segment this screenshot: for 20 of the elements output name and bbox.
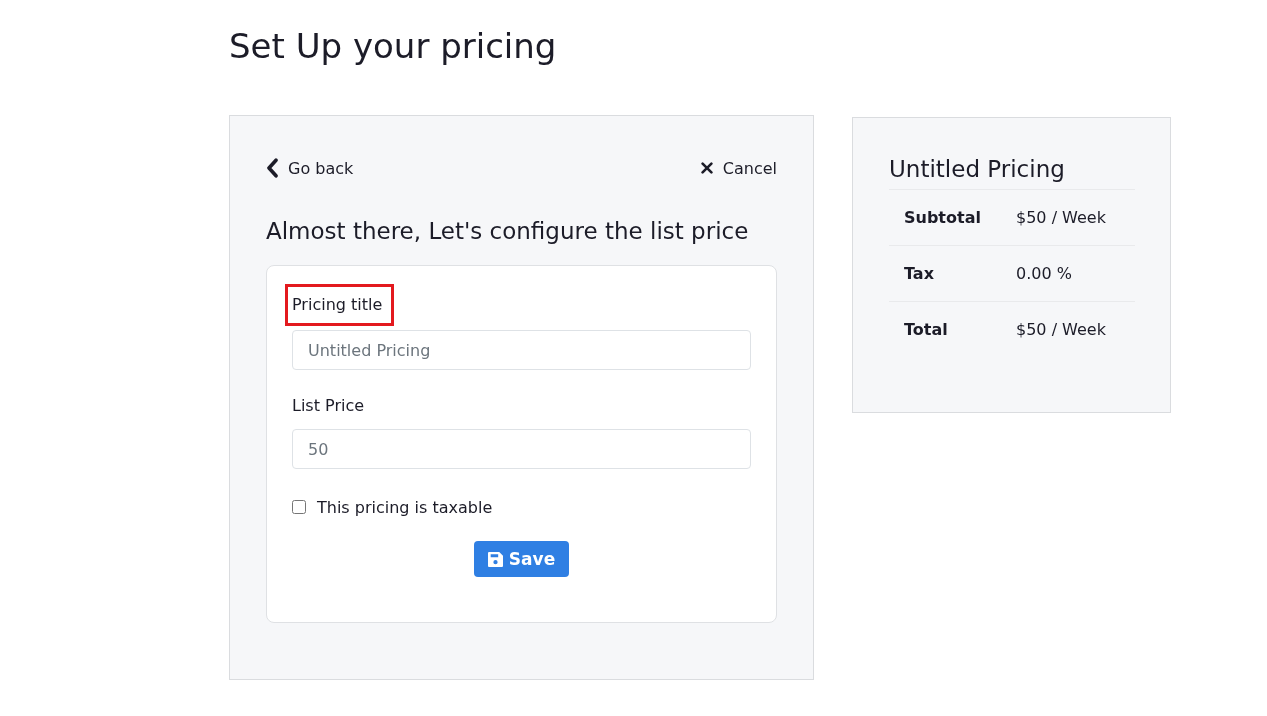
text-input[interactable]: Untitled Pricing bbox=[292, 330, 751, 370]
field-label: Pricing title bbox=[292, 294, 383, 316]
section-heading: Almost there, Let's configure the list price bbox=[266, 217, 749, 246]
checkbox-label: This pricing is taxable bbox=[317, 497, 493, 517]
summary-value: 0.00 % bbox=[1016, 264, 1072, 283]
page-title: Set Up your pricing bbox=[229, 25, 557, 67]
chevron-left-icon bbox=[266, 158, 278, 178]
summary-label: Tax bbox=[904, 264, 935, 283]
text-input[interactable]: 50 bbox=[292, 429, 751, 469]
summary-title: Untitled Pricing bbox=[889, 155, 1065, 184]
summary-label: Total bbox=[904, 320, 949, 339]
save-button[interactable]: Save bbox=[473, 541, 570, 577]
summary-value: $50 / Week bbox=[1016, 208, 1106, 227]
field-label: List Price bbox=[292, 395, 365, 417]
taxable-checkbox[interactable] bbox=[292, 500, 306, 514]
summary-value: $50 / Week bbox=[1016, 320, 1106, 339]
summary-label: Subtotal bbox=[904, 208, 982, 227]
cancel-link[interactable]: Cancel bbox=[700, 158, 777, 178]
close-icon bbox=[700, 162, 713, 174]
go-back-link[interactable]: Go back bbox=[266, 158, 354, 178]
